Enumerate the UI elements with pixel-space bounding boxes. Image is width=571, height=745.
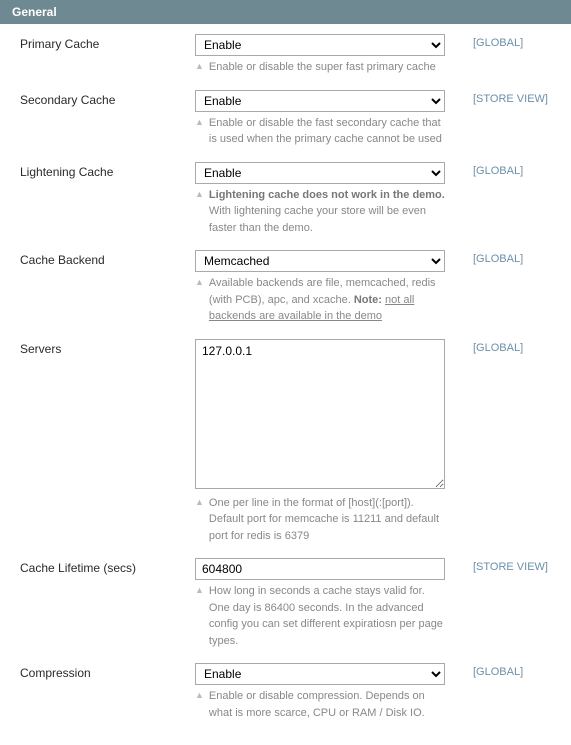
hint-secondary-cache: Enable or disable the fast secondary cac…: [209, 115, 445, 148]
row-compression: Compression Enable ▲ Enable or disable c…: [20, 663, 559, 721]
form-body: Primary Cache Enable ▲ Enable or disable…: [0, 24, 571, 745]
scope-global: [GLOBAL]: [473, 342, 523, 354]
hint-compression: Enable or disable compression. Depends o…: [209, 688, 445, 721]
section-header[interactable]: General: [0, 0, 571, 24]
row-cache-lifetime: Cache Lifetime (secs) ▲ How long in seco…: [20, 558, 559, 649]
label-cache-backend: Cache Backend: [20, 250, 195, 267]
select-primary-cache[interactable]: Enable: [195, 34, 445, 56]
hint-servers: One per line in the format of [host](:[p…: [209, 495, 445, 545]
triangle-icon: ▲: [195, 689, 204, 703]
label-compression: Compression: [20, 663, 195, 680]
scope-global: [GLOBAL]: [473, 666, 523, 678]
hint-cache-backend: Available backends are file, memcached, …: [209, 275, 445, 325]
row-servers: Servers 127.0.0.1 ▲ One per line in the …: [20, 339, 559, 545]
label-secondary-cache: Secondary Cache: [20, 90, 195, 107]
triangle-icon: ▲: [195, 276, 204, 290]
hint-lightening-cache: Lightening cache does not work in the de…: [209, 187, 445, 237]
scope-store-view: [STORE VIEW]: [473, 561, 548, 573]
select-compression[interactable]: Enable: [195, 663, 445, 685]
triangle-icon: ▲: [195, 60, 204, 74]
select-lightening-cache[interactable]: Enable: [195, 162, 445, 184]
scope-store-view: [STORE VIEW]: [473, 93, 548, 105]
triangle-icon: ▲: [195, 496, 204, 510]
row-lightening-cache: Lightening Cache Enable ▲ Lightening cac…: [20, 162, 559, 237]
hint-cache-lifetime: How long in seconds a cache stays valid …: [209, 583, 445, 649]
row-cache-backend: Cache Backend Memcached ▲ Available back…: [20, 250, 559, 325]
scope-global: [GLOBAL]: [473, 253, 523, 265]
label-lightening-cache: Lightening Cache: [20, 162, 195, 179]
row-primary-cache: Primary Cache Enable ▲ Enable or disable…: [20, 34, 559, 76]
triangle-icon: ▲: [195, 584, 204, 598]
label-primary-cache: Primary Cache: [20, 34, 195, 51]
scope-global: [GLOBAL]: [473, 37, 523, 49]
triangle-icon: ▲: [195, 188, 204, 202]
scope-global: [GLOBAL]: [473, 165, 523, 177]
label-cache-lifetime: Cache Lifetime (secs): [20, 558, 195, 575]
triangle-icon: ▲: [195, 116, 204, 130]
select-secondary-cache[interactable]: Enable: [195, 90, 445, 112]
textarea-servers[interactable]: 127.0.0.1: [195, 339, 445, 489]
label-servers: Servers: [20, 339, 195, 356]
row-secondary-cache: Secondary Cache Enable ▲ Enable or disab…: [20, 90, 559, 148]
select-cache-backend[interactable]: Memcached: [195, 250, 445, 272]
section-title: General: [12, 5, 57, 19]
hint-primary-cache: Enable or disable the super fast primary…: [209, 59, 436, 76]
input-cache-lifetime[interactable]: [195, 558, 445, 580]
